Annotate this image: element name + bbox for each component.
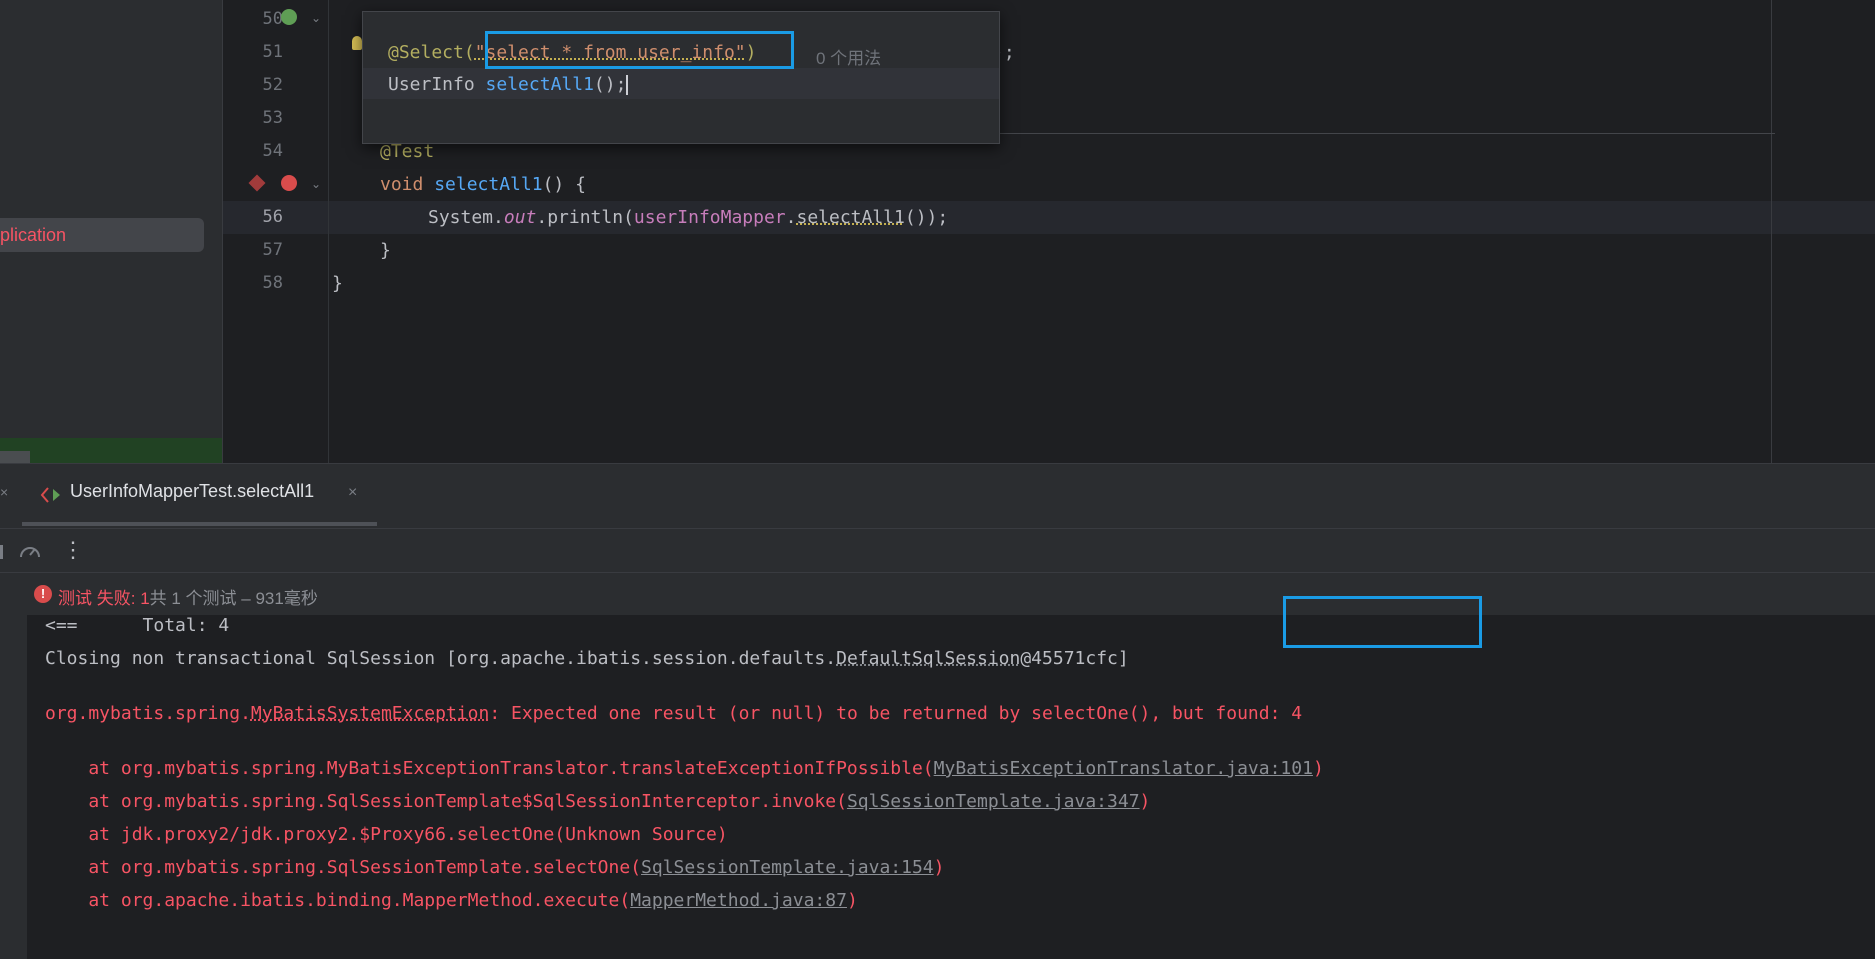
console-text: Closing non transactional SqlSession [or…	[45, 648, 837, 669]
stack-frame-end: )	[846, 890, 858, 911]
run-tab-bar: × UserInfoMapperTest.selectAll1 ×	[0, 464, 1875, 528]
run-tab-label[interactable]: UserInfoMapperTest.selectAll1	[70, 481, 314, 502]
code-annotation-test: @Test	[380, 141, 435, 162]
usages-hint[interactable]: 0 个用法	[816, 44, 881, 69]
stack-frame: at org.mybatis.spring.SqlSessionTemplate…	[45, 791, 847, 812]
run-test-passed-icon[interactable]	[281, 9, 297, 25]
run-test-failed-icon[interactable]	[281, 175, 297, 191]
test-config-icon	[40, 486, 62, 504]
test-summary: 共 1 个测试 – 931毫秒	[149, 589, 318, 608]
console-line: Closing non transactional SqlSession [or…	[45, 648, 1129, 669]
exception-class-link[interactable]: MyBatisSystemException	[251, 703, 489, 724]
keyword-void: void	[380, 174, 424, 195]
stack-frame: at org.mybatis.spring.SqlSessionTemplate…	[45, 857, 642, 878]
stack-frame: at org.apache.ibatis.binding.MapperMetho…	[45, 890, 631, 911]
line-number: 51	[262, 42, 283, 62]
panel-scrollbar[interactable]	[0, 451, 30, 463]
code-line-56: System.out.println(userInfoMapper.select…	[428, 207, 948, 228]
code-text: System.	[428, 207, 504, 228]
highlight-box	[1283, 596, 1482, 648]
panel-scroll-area	[0, 438, 222, 463]
stack-trace-line: at org.mybatis.spring.MyBatisExceptionTr…	[45, 758, 1324, 779]
definition-popup[interactable]: @Select("select * from user_info") 0 个用法…	[362, 11, 1000, 144]
class-link[interactable]: DefaultSqlSession	[836, 648, 1020, 669]
code-text: ();	[593, 74, 627, 95]
source-link[interactable]: MapperMethod.java:87	[630, 890, 847, 911]
test-status-bar: ! 测试 失败: 1共 1 个测试 – 931毫秒	[0, 572, 1875, 616]
line-number: 58	[262, 273, 283, 293]
stack-frame-end: )	[1312, 758, 1324, 779]
failed-count: 1	[140, 589, 150, 608]
right-margin-guide	[1771, 0, 1772, 463]
code-text: ());	[904, 207, 949, 228]
speedometer-icon[interactable]	[18, 541, 42, 561]
line-number: 50	[262, 9, 283, 29]
project-tree-item-label: plication	[0, 225, 67, 245]
highlight-box	[485, 31, 794, 69]
run-panel: × UserInfoMapperTest.selectAll1 × ⋮ ! 测试…	[0, 463, 1875, 959]
popup-line-method: UserInfo selectAll1();	[388, 74, 629, 95]
static-field: out	[503, 207, 537, 228]
exception-message: : Expected one result (or null) to be re…	[489, 703, 1303, 724]
stack-frame-end: )	[1139, 791, 1151, 812]
console-gutter	[0, 615, 27, 959]
select-annotation: @Select(	[388, 42, 475, 63]
source-link[interactable]: SqlSessionTemplate.java:347	[847, 791, 1140, 812]
close-tab-icon[interactable]: ×	[348, 484, 357, 502]
source-link[interactable]: SqlSessionTemplate.java:154	[641, 857, 934, 878]
exception-line: org.mybatis.spring.MyBatisSystemExceptio…	[45, 703, 1302, 724]
stack-trace-line: at org.apache.ibatis.binding.MapperMetho…	[45, 890, 858, 911]
project-tree-item-selected[interactable]: plication	[0, 218, 204, 252]
line-number: 54	[262, 141, 283, 161]
close-icon[interactable]: ×	[0, 484, 8, 500]
line-number: 57	[262, 240, 283, 260]
stack-frame: at org.mybatis.spring.MyBatisExceptionTr…	[45, 758, 934, 779]
method-name: selectAll1	[434, 174, 543, 195]
lightbulb-icon[interactable]	[352, 36, 362, 50]
stack-frame-end: )	[933, 857, 945, 878]
stack-frame: at jdk.proxy2/jdk.proxy2.$Proxy66.select…	[45, 824, 728, 845]
code-text: () {	[542, 174, 586, 195]
stack-trace-line: at org.mybatis.spring.SqlSessionTemplate…	[45, 791, 1150, 812]
source-link[interactable]: MyBatisExceptionTranslator.java:101	[934, 758, 1313, 779]
run-toolbar: ⋮	[0, 528, 1875, 573]
project-panel: plication	[0, 0, 222, 463]
fold-chevron-icon[interactable]: ⌄	[311, 177, 321, 191]
error-icon: !	[34, 585, 52, 603]
breakpoint-icon[interactable]	[248, 174, 266, 192]
text-cursor	[626, 75, 629, 95]
fold-chevron-icon[interactable]: ⌄	[311, 11, 321, 25]
line-number: 56	[262, 207, 283, 227]
method-call-warning[interactable]: selectAll1	[796, 207, 904, 228]
code-line-55: void selectAll1() {	[380, 174, 586, 195]
active-tab-indicator	[22, 522, 377, 526]
exception-package: org.mybatis.spring.	[45, 703, 251, 724]
code-line-58: }	[332, 273, 343, 294]
line-number: 53	[262, 108, 283, 128]
console-line: <== Total: 4	[45, 615, 230, 636]
console-text: @45571cfc]	[1020, 648, 1129, 669]
method-name: selectAll1	[485, 74, 594, 95]
code-line-57: }	[380, 240, 391, 261]
code-text: .	[785, 207, 797, 228]
toolbar-edge-icon[interactable]	[0, 545, 3, 559]
more-options-icon[interactable]: ⋮	[62, 537, 84, 563]
code-text: .println(	[536, 207, 634, 228]
stack-trace-line: at org.mybatis.spring.SqlSessionTemplate…	[45, 857, 944, 878]
variable-name: userInfoMapper	[633, 207, 786, 228]
test-status-text: 测试 失败: 1共 1 个测试 – 931毫秒	[58, 584, 318, 609]
stack-trace-line: at jdk.proxy2/jdk.proxy2.$Proxy66.select…	[45, 824, 728, 845]
console-output[interactable]: <== Total: 4 Closing non transactional S…	[27, 615, 1875, 959]
test-failed-label: 测试 失败:	[58, 589, 136, 608]
line-number: 52	[262, 75, 283, 95]
return-type: UserInfo	[388, 74, 475, 95]
gutter-divider	[328, 0, 329, 463]
